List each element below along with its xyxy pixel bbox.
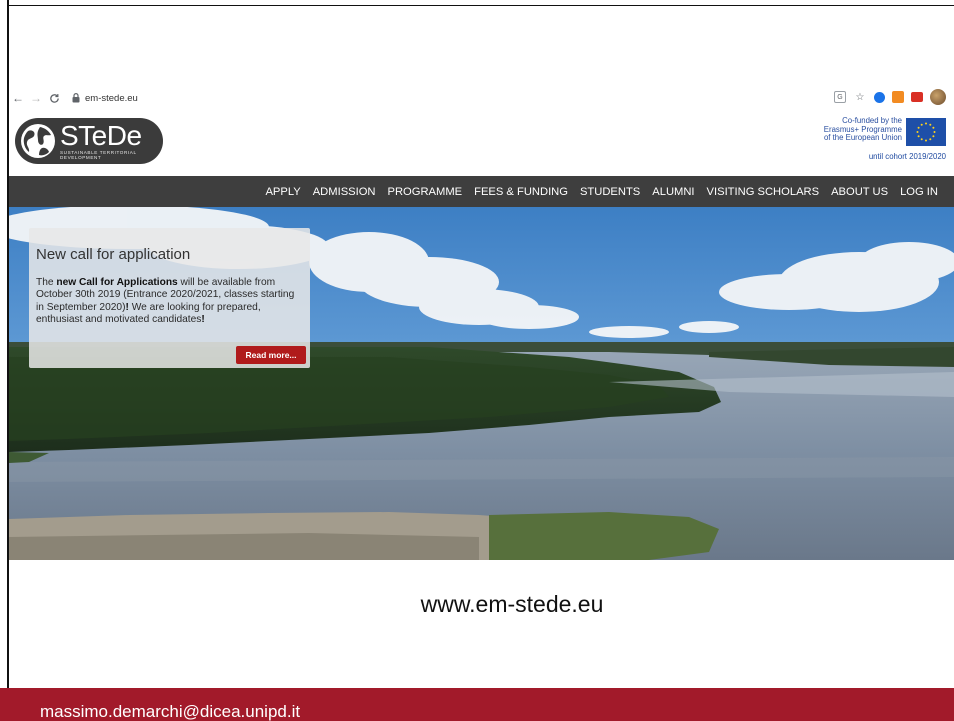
address-bar-url[interactable]: em-stede.eu [85, 93, 138, 104]
website-caption: www.em-stede.eu [420, 591, 604, 617]
extension-red-icon[interactable] [911, 92, 923, 102]
globe-icon [21, 124, 55, 158]
profile-avatar[interactable] [930, 89, 946, 105]
callout-body-bold-3: ! [201, 313, 205, 325]
logo-text: STeDe SUSTAINABLE TERRITORIAL DEVELOPMEN… [60, 120, 142, 161]
callout-body: The new Call for Applications will be av… [36, 277, 304, 326]
footer-email: massimo.demarchi@dicea.unipd.it [40, 702, 301, 721]
eu-line-3: of the European Union [823, 133, 902, 143]
callout-title: New call for application [36, 246, 191, 263]
eu-flag-icon [906, 118, 946, 146]
site-header: STeDe SUSTAINABLE TERRITORIAL DEVELOPMEN… [9, 110, 954, 176]
nav-item-visiting-scholars[interactable]: VISITING SCHOLARS [707, 186, 820, 198]
nav-item-log-in[interactable]: LOG IN [900, 186, 938, 198]
reload-icon[interactable] [45, 89, 63, 107]
logo-subtitle-2: DEVELOPMENT [60, 155, 102, 160]
arrow-left-icon[interactable]: ← [9, 89, 27, 107]
eu-cofunding-text: Co-funded by the Erasmus+ Programme of t… [823, 116, 902, 143]
stede-logo[interactable]: STeDe SUSTAINABLE TERRITORIAL DEVELOPMEN… [15, 118, 163, 164]
browser-toolbar: ← → em-stede.eu G ☆ [9, 88, 954, 108]
extension-orange-icon[interactable] [892, 91, 904, 103]
nav-item-programme[interactable]: PROGRAMME [388, 186, 463, 198]
callout-body-bold: new Call for Applications [56, 277, 178, 288]
extension-toolbar: G ☆ [834, 89, 946, 105]
nav-item-apply[interactable]: APPLY [265, 186, 300, 198]
slide-footer: massimo.demarchi@dicea.unipd.it [0, 688, 954, 721]
erasmus-cofunding-badge[interactable]: Co-funded by the Erasmus+ Programme of t… [802, 114, 950, 164]
nav-item-students[interactable]: STUDENTS [580, 186, 640, 198]
slide: ← → em-stede.eu G ☆ STeDe SUSTAINABLE TE… [0, 0, 954, 721]
translate-icon[interactable]: G [834, 91, 846, 103]
logo-title: STeDe [60, 120, 142, 151]
nav-item-about-us[interactable]: ABOUT US [831, 186, 888, 198]
announcement-callout: New call for application The new Call fo… [29, 228, 310, 368]
nav-item-fees-funding[interactable]: FEES & FUNDING [474, 186, 568, 198]
star-icon[interactable]: ☆ [853, 90, 867, 104]
read-more-button[interactable]: Read more... [236, 346, 306, 364]
nav-item-admission[interactable]: ADMISSION [313, 186, 376, 198]
slide-top-border [7, 5, 954, 6]
main-navigation: APPLY ADMISSION PROGRAMME FEES & FUNDING… [9, 176, 954, 207]
eu-until-cohort: until cohort 2019/2020 [868, 152, 946, 161]
nav-item-alumni[interactable]: ALUMNI [652, 186, 694, 198]
callout-body-pre: The [36, 277, 57, 288]
lock-icon[interactable] [71, 89, 81, 107]
arrow-right-icon[interactable]: → [27, 89, 45, 107]
extension-blue-icon[interactable] [874, 91, 885, 103]
